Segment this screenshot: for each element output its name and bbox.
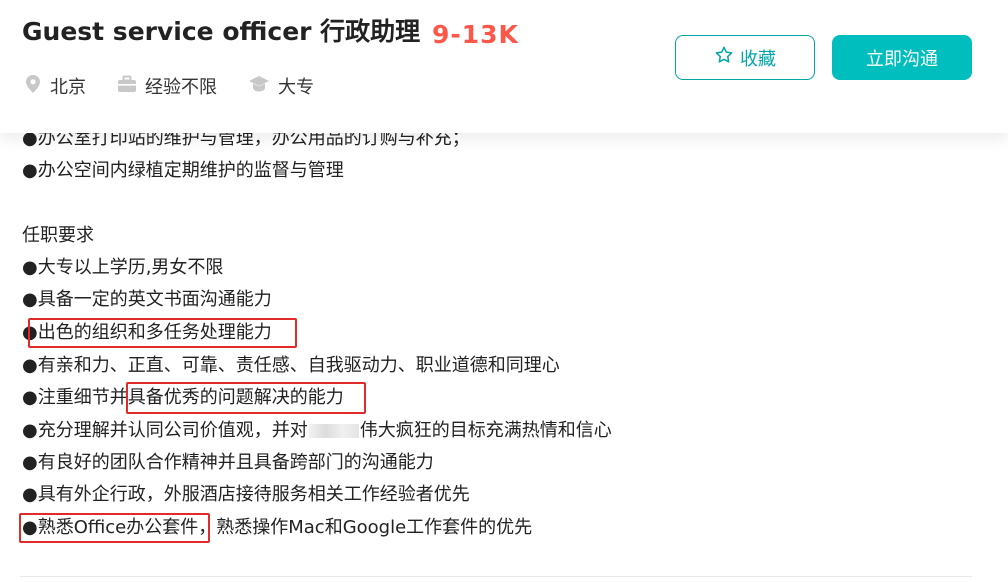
- favorite-label: 收藏: [740, 48, 776, 70]
- requirement-item: ●充分理解并认同公司价值观，并对 伟大疯狂的目标充满热情和信心: [22, 418, 612, 444]
- requirement-suffix: 熟悉操作Mac和Google工作套件的优先: [216, 517, 533, 538]
- requirement-item: ●具有外企行政，外服酒店接待服务相关工作经验者优先: [22, 484, 470, 505]
- job-detail-page: ●办公室打印站的维护与管理，办公用品的订购与补充； ●办公空间内绿植定期维护的监…: [0, 0, 1008, 582]
- requirements-heading: 任职要求: [22, 225, 94, 246]
- requirement-suffix: 伟大疯狂的目标充满热情和信心: [359, 420, 612, 441]
- job-title: Guest service officer 行政助理: [22, 17, 421, 46]
- duty-line: ●办公空间内绿植定期维护的监督与管理: [22, 160, 344, 181]
- redacted-text: [308, 424, 359, 438]
- star-outline-icon: [714, 45, 740, 70]
- meta-location: 北京: [24, 74, 86, 102]
- meta-experience: 经验不限: [117, 74, 217, 102]
- requirement-item: ●有亲和力、正直、可靠、责任感、自我驱动力、职业道德和同理心: [22, 355, 560, 376]
- chat-now-button[interactable]: 立即沟通: [832, 35, 972, 80]
- graduation-cap-icon: [248, 74, 278, 102]
- job-header: Guest service officer 行政助理 9-13K 北京 经验不限: [0, 0, 1008, 133]
- requirement-prefix: ●注重细节并: [22, 387, 128, 408]
- meta-education: 大专: [248, 74, 314, 102]
- section-divider: [20, 576, 972, 577]
- highlighted-text: 出色的组织和多任务处理能力: [37, 322, 272, 343]
- requirement-item: ●熟悉Office办公套件，熟悉操作Mac和Google工作套件的优先: [22, 515, 532, 541]
- highlighted-text: ●熟悉Office办公套件，: [22, 517, 217, 538]
- favorite-button[interactable]: 收藏: [675, 35, 815, 80]
- location-text: 北京: [50, 77, 86, 98]
- salary: 9-13K: [432, 20, 519, 49]
- education-text: 大专: [278, 77, 314, 98]
- requirement-item: ●有良好的团队合作精神并且具备跨部门的沟通能力: [22, 452, 434, 473]
- experience-text: 经验不限: [145, 77, 217, 98]
- chat-now-label: 立即沟通: [866, 48, 938, 70]
- briefcase-icon: [117, 74, 145, 102]
- requirement-item: ●出色的组织和多任务处理能力: [22, 320, 272, 346]
- bullet: ●: [22, 322, 38, 343]
- requirement-item: ●具备一定的英文书面沟通能力: [22, 289, 272, 310]
- requirement-prefix: ●充分理解并认同公司价值观，并对: [22, 420, 308, 441]
- highlighted-text: 具备优秀的问题解决的能力: [127, 387, 344, 408]
- requirement-item: ●大专以上学历,男女不限: [22, 257, 224, 278]
- requirement-item: ●注重细节并具备优秀的问题解决的能力: [22, 385, 344, 411]
- location-pin-icon: [24, 74, 50, 103]
